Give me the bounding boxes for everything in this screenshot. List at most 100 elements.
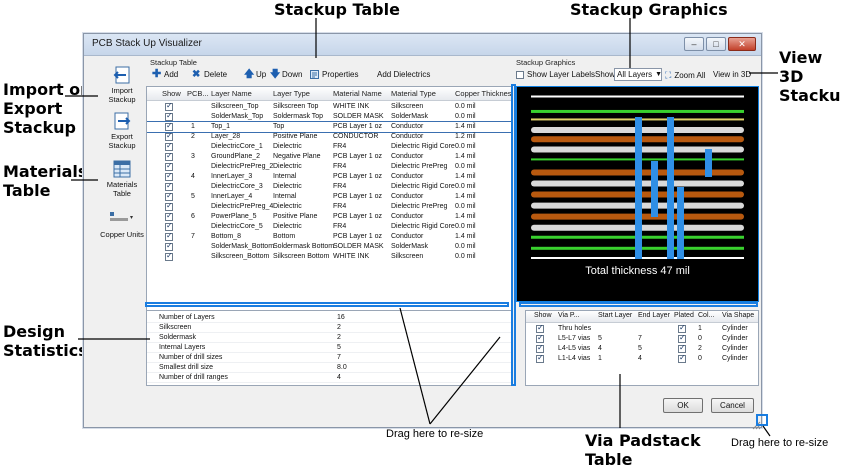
stackup-row[interactable]: 4 InnerLayer_3 Internal PCB Layer 1 oz Condu… (147, 171, 512, 182)
col-layer-type[interactable]: Layer Type (273, 89, 310, 98)
via-col-end[interactable]: End Layer (638, 312, 670, 319)
via-col-name[interactable]: Via P... (558, 312, 580, 319)
stackup-cell-type: Bottom (273, 233, 296, 240)
zoom-all-button[interactable]: ⛶ Zoom All (665, 70, 705, 81)
row-show-checkbox[interactable] (165, 191, 173, 201)
via-show-checkbox[interactable] (536, 333, 544, 343)
via-padstack-table[interactable]: Show Via P... Start Layer End Layer Plat… (525, 310, 759, 386)
stackup-row[interactable]: 2 Layer_28 Positive Plane CONDUCTOR Conducto… (147, 131, 512, 142)
col-show[interactable]: Show (162, 89, 181, 98)
copper-units-dropdown[interactable]: Copper Units (94, 210, 150, 239)
via-show-checkbox[interactable] (536, 343, 544, 353)
row-show-checkbox[interactable] (165, 161, 173, 171)
horizontal-splitter-right[interactable] (519, 302, 758, 307)
stackup-row[interactable]: 6 PowerPlane_5 Positive Plane PCB Layer 1 o… (147, 211, 512, 222)
stackup-graphics-pane[interactable]: Total thickness 47 mil (516, 86, 759, 302)
row-show-checkbox[interactable] (165, 131, 173, 141)
row-show-checkbox[interactable] (165, 251, 173, 261)
via-col-shape[interactable]: Via Shape (722, 312, 754, 319)
row-show-checkbox[interactable] (165, 121, 173, 131)
via-row[interactable]: Thru holes 1 Cylinder (526, 323, 758, 334)
stackup-cell-type: Dielectric (273, 183, 302, 190)
properties-label: Properties (322, 70, 359, 79)
up-button[interactable]: 🡅 Up (244, 70, 266, 80)
stackup-cell-material: PCB Layer 1 oz (333, 233, 383, 240)
callout-view3d-3: Stackup (779, 86, 841, 105)
show-layer-labels-label: Show Layer Labels (527, 70, 596, 79)
stackup-cell-thick: 0.0 mil (455, 143, 476, 150)
add-button[interactable]: ✚ Add (152, 69, 178, 80)
delete-button[interactable]: ✖ Delete (192, 70, 227, 80)
stackup-cell-type: Top (273, 123, 285, 130)
via-show-checkbox[interactable] (536, 323, 544, 333)
stackup-row[interactable]: 5 InnerLayer_4 Internal PCB Layer 1 oz Condu… (147, 191, 512, 202)
row-show-checkbox[interactable] (165, 211, 173, 221)
callout-via-1: Via Padstack (585, 431, 701, 450)
via-cell-start: 1 (598, 355, 602, 362)
stackup-row[interactable]: 3 GroundPlane_2 Negative Plane PCB Layer 1 … (147, 151, 512, 162)
stackup-row[interactable]: DielectricPrePreg_2Dielectric FR4 Dielectr… (147, 161, 512, 172)
show-layers-select[interactable]: All Layers ▼ (614, 68, 662, 81)
via-row[interactable]: L5-L7 vias 5 7 0 Cylinder (526, 333, 758, 344)
view-in-3d-button[interactable]: View in 3D (713, 70, 751, 79)
via-row[interactable]: L4-L5 vias 4 5 2 Cylinder (526, 343, 758, 354)
materials-table-button[interactable]: Materials Table (98, 160, 146, 198)
col-layer-name[interactable]: Layer Name (211, 89, 252, 98)
row-show-checkbox[interactable] (165, 101, 173, 111)
stackup-row[interactable]: 1 Top_1 Top PCB Layer 1 oz Conductor 1.4 mil (147, 121, 512, 133)
col-material-name[interactable]: Material Name (333, 89, 382, 98)
stackup-row[interactable]: DielectricPrePreg_4Dielectric FR4 Dielectr… (147, 201, 512, 212)
via-show-checkbox[interactable] (536, 353, 544, 363)
col-pcb[interactable]: PCB... (187, 89, 209, 98)
cancel-button[interactable]: Cancel (711, 398, 754, 413)
stackup-row[interactable]: DielectricCore_5 Dielectric FR4 Dielectric … (147, 221, 512, 232)
via-plated-checkbox[interactable] (678, 343, 686, 353)
col-material-type[interactable]: Material Type (391, 89, 436, 98)
statistic-value: 7 (337, 354, 341, 361)
horizontal-splitter-left[interactable] (145, 302, 509, 307)
row-show-checkbox[interactable] (165, 231, 173, 241)
row-show-checkbox[interactable] (165, 181, 173, 191)
via-plated-checkbox[interactable] (678, 353, 686, 363)
row-show-checkbox[interactable] (165, 221, 173, 231)
down-button[interactable]: 🡇 Down (270, 70, 302, 80)
row-show-checkbox[interactable] (165, 151, 173, 161)
row-show-checkbox[interactable] (165, 141, 173, 151)
row-show-checkbox[interactable] (165, 201, 173, 211)
maximize-button[interactable]: □ (706, 37, 726, 51)
stackup-row[interactable]: SolderMask_BottomSoldermask BottomSOLDER… (147, 241, 512, 252)
vertical-splitter[interactable] (511, 84, 516, 386)
minimize-button[interactable]: – (684, 37, 704, 51)
close-button[interactable]: ✕ (728, 37, 756, 51)
stackup-row[interactable]: DielectricCore_1 Dielectric FR4 Dielectric … (147, 141, 512, 152)
title-bar[interactable]: PCB Stack Up Visualizer – □ ✕ (84, 34, 761, 56)
stackup-cell-thick: 0.0 mil (455, 183, 476, 190)
stackup-cell-thick: 0.0 mil (455, 113, 476, 120)
statistics-row: Number of drill ranges 4 (147, 373, 512, 383)
via-col-start[interactable]: Start Layer (598, 312, 632, 319)
row-show-checkbox[interactable] (165, 241, 173, 251)
via-row[interactable]: L1-L4 vias 1 4 0 Cylinder (526, 353, 758, 364)
show-layer-labels-checkbox[interactable]: Show Layer Labels (516, 70, 595, 79)
stackup-row[interactable]: Silkscreen_BottomSilkscreen BottomWHITE … (147, 251, 512, 262)
via-plated-checkbox[interactable] (678, 333, 686, 343)
row-show-checkbox[interactable] (165, 171, 173, 181)
stackup-row[interactable]: SolderMask_Top Soldermask Top SOLDER MASK S… (147, 111, 512, 122)
via-col-plated[interactable]: Plated (674, 312, 694, 319)
stackup-row[interactable]: 7 Bottom_8 Bottom PCB Layer 1 oz Conductor 1.… (147, 231, 512, 242)
properties-button[interactable]: Properties (310, 70, 358, 79)
via-plated-checkbox[interactable] (678, 323, 686, 333)
stackup-row[interactable]: Silkscreen_Top Silkscreen Top WHITE INK Sil… (147, 101, 512, 112)
via-barrel (651, 161, 658, 217)
import-stackup-button[interactable]: Import Stackup (98, 66, 146, 104)
export-stackup-button[interactable]: Export Stackup (98, 112, 146, 150)
stackup-row[interactable]: DielectricCore_3 Dielectric FR4 Dielectric … (147, 181, 512, 192)
via-col-color[interactable]: Col... (698, 312, 714, 319)
stackup-table[interactable]: Show PCB... Layer Name Layer Type Materi… (146, 86, 513, 330)
import-stackup-label: Import Stackup (108, 86, 136, 104)
add-dielectrics-button[interactable]: Add Dielectrics (377, 70, 430, 79)
ok-button[interactable]: OK (663, 398, 703, 413)
col-copper-thickness[interactable]: Copper Thickness (455, 89, 512, 98)
via-col-show[interactable]: Show (534, 312, 552, 319)
row-show-checkbox[interactable] (165, 111, 173, 121)
